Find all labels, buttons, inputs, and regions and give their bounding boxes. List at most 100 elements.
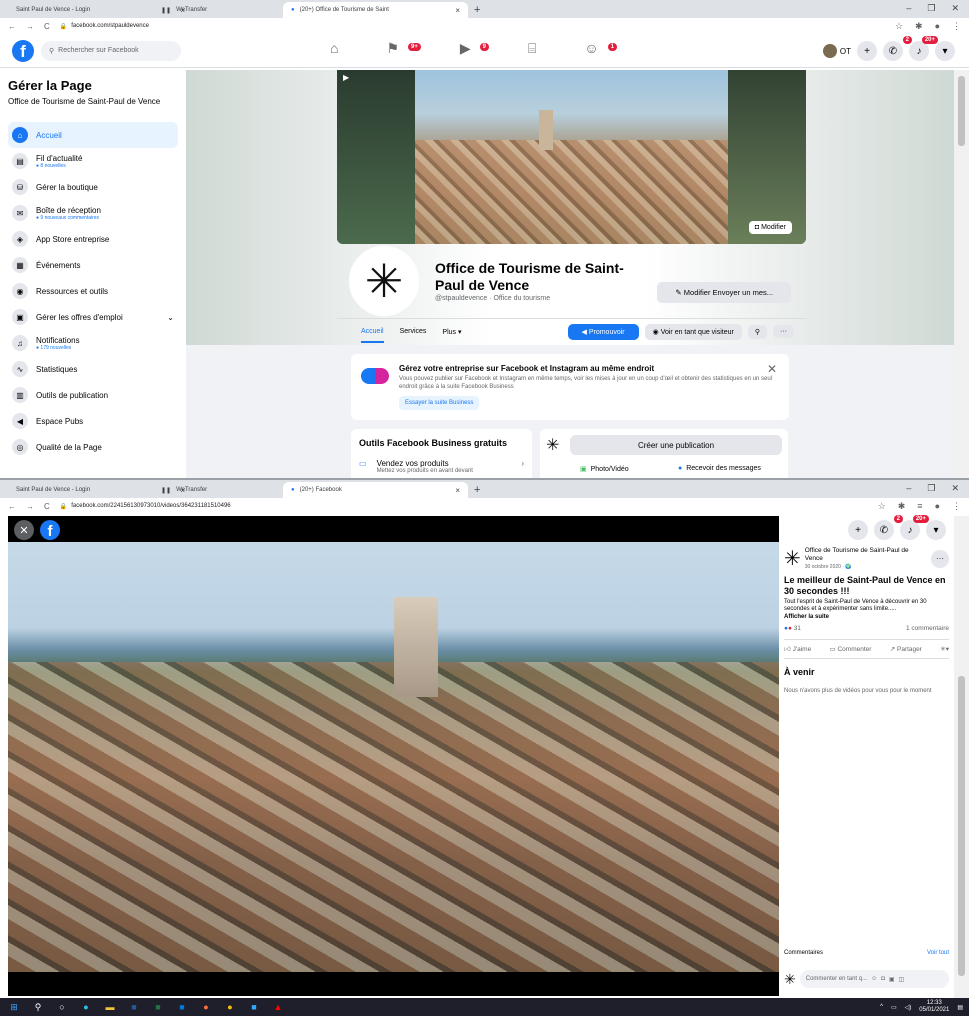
acrobat-icon[interactable]: ▲ [272, 1001, 284, 1013]
sidebar-item[interactable]: ✉ Boîte de réception ● 9 nouveaux commenta… [8, 200, 178, 226]
groups-icon[interactable]: ☺ 1 [584, 40, 618, 57]
bell-icon[interactable]: ♪ 20+ [909, 36, 938, 61]
profile-logo[interactable]: ✳ [349, 246, 419, 316]
edit-cover-button[interactable]: ◘ Modifier [748, 221, 792, 234]
see-all-link[interactable]: Voir tout [927, 950, 949, 956]
network-icon[interactable]: ▭ [891, 1004, 897, 1011]
messenger-icon[interactable]: ✆ 2 [874, 515, 903, 540]
home-icon[interactable]: ⌂ [330, 40, 338, 57]
chrome-icon[interactable]: ● [224, 1001, 236, 1013]
firefox-icon[interactable]: ● [200, 1001, 212, 1013]
star-icon[interactable]: ☆ [895, 21, 903, 32]
bell-icon[interactable]: ♪ 20+ [900, 515, 929, 540]
gif-icon[interactable]: ▣ [889, 976, 895, 983]
close-tab-icon[interactable]: × [455, 6, 460, 15]
profile-shortcut[interactable]: OT [822, 44, 851, 58]
url-field[interactable]: 🔒 facebook.com/224156130973010/videos/364… [60, 503, 231, 510]
tab-accueil[interactable]: Accueil [361, 328, 384, 343]
excel-icon[interactable]: ■ [152, 1001, 164, 1013]
task-view-icon[interactable]: ○ [56, 1001, 68, 1013]
search-page-button[interactable]: ⚲ [747, 324, 767, 339]
browser-tab[interactable]: ❚❚ WeTransfer [153, 2, 243, 18]
browser-tab-active[interactable]: ● (20+) Facebook × [283, 482, 468, 498]
video-player[interactable]: ✕ f [8, 516, 779, 996]
cover-photo[interactable]: ▶ ◘ Modifier [337, 70, 806, 244]
play-icon[interactable]: ▶ [343, 73, 349, 82]
panel-scrollbar[interactable] [954, 516, 969, 998]
menu-icon[interactable]: ⋮ [952, 501, 961, 512]
close-window-icon[interactable]: ✕ [951, 3, 959, 14]
sidebar-item[interactable]: ▦ Événements [8, 252, 178, 278]
post-author-name[interactable]: Office de Tourisme de Saint-Paul de Venc… [805, 547, 909, 562]
see-more-link[interactable]: Afficher la suite [784, 614, 949, 620]
forward-icon[interactable]: → [26, 22, 34, 31]
profile-icon[interactable]: ● [935, 21, 940, 32]
close-tab-icon[interactable]: × [455, 486, 460, 495]
tray-arrow-icon[interactable]: ^ [880, 1004, 883, 1010]
facebook-logo-icon[interactable]: f [12, 39, 34, 62]
like-button[interactable]: 👍︎ J'aime [784, 645, 811, 653]
comments-count[interactable]: 1 commentaire [906, 625, 949, 632]
outlook-icon[interactable]: ■ [176, 1001, 188, 1013]
tab-plus[interactable]: Plus ▾ [442, 328, 461, 336]
reload-icon[interactable]: C [44, 22, 50, 31]
more-options-icon[interactable]: ··· [931, 549, 949, 568]
restore-icon[interactable]: ❐ [927, 3, 935, 14]
photo-video-button[interactable]: ▣ Photo/Vidéo [580, 465, 629, 474]
chevron-down-icon[interactable]: ⌄ [167, 313, 174, 322]
marketplace-icon[interactable]: ⌸ [528, 40, 536, 57]
scrollbar-thumb[interactable] [958, 76, 965, 146]
promote-button[interactable]: ◀ Promouvoir [567, 323, 639, 340]
scrollbar-thumb[interactable] [958, 676, 965, 976]
action-center-icon[interactable]: ▤ [957, 1004, 963, 1011]
share-button[interactable]: ↗ Partager [890, 645, 922, 653]
reload-icon[interactable]: C [44, 502, 50, 511]
sidebar-item[interactable]: ⌂ Accueil [8, 122, 178, 149]
sticker-icon[interactable]: ◫ [899, 976, 905, 983]
back-icon[interactable]: ← [8, 22, 16, 31]
account-menu-icon[interactable]: ▾ [926, 520, 946, 540]
scrollbar[interactable] [954, 70, 969, 478]
edge-icon[interactable]: ● [80, 1001, 92, 1013]
sidebar-item[interactable]: ♫ Notifications ● 179 nouvelles [8, 330, 178, 356]
browser-tab[interactable]: ❚❚ WeTransfer [153, 482, 243, 498]
facebook-logo-icon[interactable]: f [40, 520, 60, 540]
camera-icon[interactable]: ◘ [881, 976, 885, 982]
more-options-button[interactable]: ··· [772, 325, 794, 338]
search-icon[interactable]: ⚲ [32, 1001, 44, 1013]
reactions-count[interactable]: ●● 31 [784, 625, 801, 632]
menu-icon[interactable]: ⋮ [952, 21, 961, 32]
extensions-icon[interactable]: ✱ [898, 501, 906, 512]
page-logo-icon[interactable]: ✳ [784, 546, 801, 571]
edit-send-button[interactable]: ✎ Modifier Envoyer un mes... [657, 282, 791, 303]
close-video-icon[interactable]: ✕ [14, 520, 34, 540]
sidebar-item[interactable]: ◈ App Store entreprise [8, 226, 178, 252]
photoshop-icon[interactable]: ■ [248, 1001, 260, 1013]
get-messages-button[interactable]: ● Recevoir des messages [678, 465, 761, 472]
sidebar-item[interactable]: ∿ Statistiques [8, 356, 178, 382]
volume-icon[interactable]: ◁) [905, 1004, 912, 1011]
sidebar-item[interactable]: ▥ Outils de publication [8, 382, 178, 408]
sidebar-item[interactable]: ◎ Qualité de la Page [8, 434, 178, 460]
forward-icon[interactable]: → [26, 502, 34, 511]
emoji-icon[interactable]: ☺ [871, 976, 877, 982]
tools-item[interactable]: ▭ Vendez vos produits Mettez vos produits… [359, 459, 524, 474]
watch-icon[interactable]: ▶ 9 [460, 40, 489, 57]
profile-icon[interactable]: ● [935, 501, 940, 512]
clock[interactable]: 12:33 05/01/2021 [919, 1000, 949, 1013]
file-explorer-icon[interactable]: ▬ [104, 1001, 116, 1013]
pages-flag-icon[interactable]: ⚑ 9+ [386, 40, 421, 57]
reading-list-icon[interactable]: ≡ [917, 501, 922, 512]
create-icon[interactable]: + [857, 41, 877, 61]
word-icon[interactable]: ■ [128, 1001, 140, 1013]
url-field[interactable]: 🔒 facebook.com/stpauldevence [60, 23, 149, 30]
create-post-input[interactable]: Créer une publication [570, 435, 782, 455]
close-icon[interactable]: ✕ [767, 362, 777, 376]
restore-icon[interactable]: ❐ [927, 483, 935, 494]
sidebar-item[interactable]: ◀ Espace Pubs [8, 408, 178, 434]
close-window-icon[interactable]: ✕ [951, 483, 959, 494]
comment-input[interactable]: Commenter en tant q... ☺ ◘ ▣ ◫ [799, 970, 949, 988]
minimize-icon[interactable]: – [906, 3, 911, 14]
sidebar-item[interactable]: ⛁ Gérer la boutique [8, 174, 178, 200]
minimize-icon[interactable]: – [906, 483, 911, 494]
